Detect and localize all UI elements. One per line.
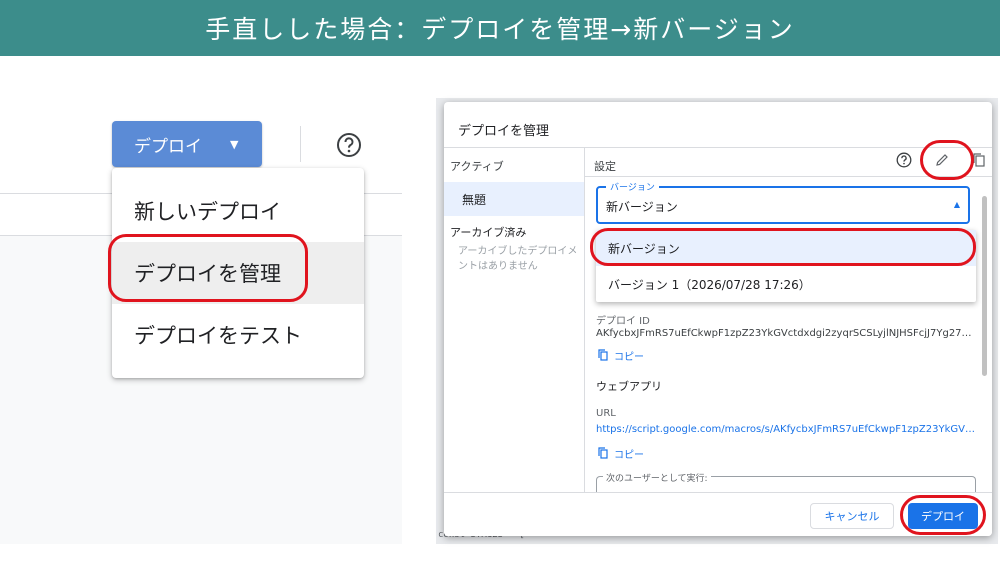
copy-icon[interactable] [972, 152, 986, 168]
left-screenshot: デプロイ ▼ 新しいデプロイ デプロイを管理 デプロイをテスト [0, 98, 402, 544]
highlight-new-version [590, 228, 976, 266]
menu-item-test-deploy[interactable]: デプロイをテスト [112, 304, 364, 366]
active-section-label: アクティブ [450, 160, 504, 173]
caret-down-icon: ▼ [230, 137, 239, 151]
right-screenshot: const STAGES = [ デプロイを管理 アクティブ 無題 アーカイブ済… [436, 98, 998, 544]
copy-label: コピー [614, 351, 644, 363]
version-select[interactable]: バージョン 新バージョン ▲ [596, 180, 970, 224]
scrollbar[interactable] [982, 196, 987, 376]
url-label: URL [596, 408, 616, 419]
highlight-deploy-button [900, 495, 986, 535]
archived-empty-text: アーカイブしたデプロイメントはありません [458, 246, 578, 272]
help-icon[interactable] [896, 152, 912, 168]
deploy-id-value: AKfycbxJFmRS7uEfCkwpF1zpZ23YkGVctdxdgi2z… [596, 328, 976, 339]
dialog-footer: キャンセル デプロイ [444, 492, 992, 536]
archived-section-label: アーカイブ済み [450, 226, 527, 239]
help-icon[interactable] [336, 132, 362, 158]
banner-title: 手直しした場合：デプロイを管理→新バージョン [0, 0, 1000, 56]
run-as-label: 次のユーザーとして実行: [603, 471, 711, 484]
highlight-manage-deploy [108, 234, 308, 302]
dialog-divider [444, 147, 992, 148]
webapp-section-label: ウェブアプリ [596, 380, 662, 393]
webapp-url-link[interactable]: https://script.google.com/macros/s/AKfyc… [596, 424, 976, 435]
caret-up-icon: ▲ [953, 200, 960, 209]
copy-deploy-id-button[interactable]: コピー [598, 348, 644, 363]
dialog-title: デプロイを管理 [458, 124, 550, 139]
manage-deploy-dialog: デプロイを管理 アクティブ 無題 アーカイブ済み アーカイブしたデプロイメントは… [444, 102, 992, 536]
toolbar-divider [300, 126, 301, 162]
menu-item-new-deploy[interactable]: 新しいデプロイ [112, 180, 364, 242]
version-field-label: バージョン [606, 180, 659, 193]
dialog-column-divider [584, 147, 585, 492]
copy-icon [598, 447, 608, 459]
copy-label: コピー [614, 449, 644, 461]
version-option-1[interactable]: バージョン 1（2026/07/28 17:26） [596, 266, 976, 302]
settings-label: 設定 [594, 160, 616, 173]
deploy-button-label: デプロイ [134, 136, 202, 157]
cancel-button[interactable]: キャンセル [810, 503, 894, 529]
copy-icon [598, 349, 608, 361]
deploy-id-label: デプロイ ID [596, 316, 650, 327]
highlight-edit-pencil [920, 140, 974, 180]
deployment-list-item[interactable]: 無題 [444, 182, 584, 216]
deploy-dropdown-button[interactable]: デプロイ ▼ [112, 121, 262, 167]
copy-url-button[interactable]: コピー [598, 446, 644, 461]
version-selected-value: 新バージョン [606, 200, 678, 214]
